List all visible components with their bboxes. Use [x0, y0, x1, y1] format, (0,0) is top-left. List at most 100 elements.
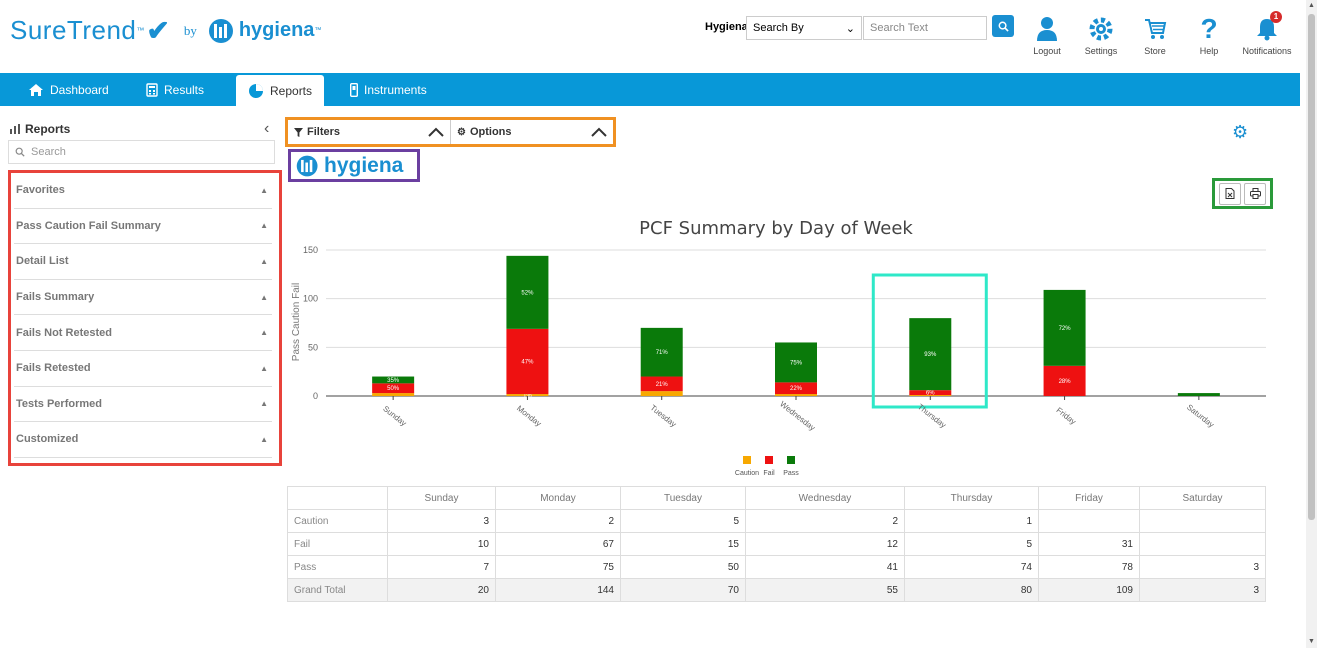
table-cell: 20: [387, 578, 496, 602]
tab-results-label: Results: [164, 82, 205, 97]
hygiena-mark-icon: [208, 18, 233, 43]
bar-segment-caution: [775, 394, 817, 396]
table-column-header: Friday: [1038, 486, 1140, 510]
filter-icon: [294, 127, 303, 137]
table-row-label: Pass: [287, 555, 388, 579]
tab-reports[interactable]: Reports: [236, 75, 325, 106]
legend-swatch: [765, 456, 773, 464]
sidebar-item-favorites[interactable]: Favorites ▲: [14, 173, 272, 209]
file-icon: [1225, 188, 1235, 199]
sidebar-item-label: Customized: [16, 433, 79, 446]
search-icon: [998, 21, 1009, 32]
options-toggle[interactable]: ⚙ Options: [451, 120, 613, 144]
chevron-up-icon: [428, 127, 444, 137]
brand-name: SureTrend: [10, 15, 137, 45]
table-column-header: [287, 486, 388, 510]
table-row-label: Caution: [287, 509, 388, 533]
report-logo-text: hygiena: [324, 153, 404, 177]
legend-swatch: [743, 456, 751, 464]
scroll-down-icon[interactable]: ▼: [1308, 638, 1315, 645]
print-icon: [1249, 188, 1261, 199]
help-label: Help: [1199, 46, 1219, 56]
scrollbar-thumb[interactable]: [1308, 14, 1315, 520]
sidebar-item-label: Fails Summary: [16, 291, 95, 304]
table-cell: 75: [495, 555, 621, 579]
y-tick-label: 50: [308, 342, 318, 352]
search-by-select[interactable]: Search By ⌄: [746, 16, 862, 40]
data-label: 75%: [790, 360, 803, 366]
brand-by: by: [183, 22, 197, 38]
search-input[interactable]: Search Text: [863, 16, 987, 40]
table-cell: 80: [904, 578, 1039, 602]
sidebar-item-label: Detail List: [16, 255, 69, 268]
filters-toggle[interactable]: Filters: [288, 120, 451, 144]
table-cell: [1038, 509, 1140, 533]
table-cell: 3: [1139, 555, 1266, 579]
caret-up-icon: ▲: [260, 399, 268, 409]
data-label: 28%: [1059, 379, 1072, 385]
export-buttons: [1212, 178, 1273, 209]
export-excel-button[interactable]: [1219, 182, 1241, 205]
table-cell: 70: [620, 578, 746, 602]
logout-button[interactable]: Logout: [1022, 14, 1072, 56]
sidebar-item-pass-caution-fail-summary[interactable]: Pass Caution Fail Summary ▲: [14, 209, 272, 245]
notification-count-badge: 1: [1270, 11, 1282, 23]
bar-chart-icon: [10, 124, 20, 134]
caret-up-icon: ▲: [260, 256, 268, 266]
sidebar-item-label: Fails Not Retested: [16, 326, 112, 339]
caret-up-icon: ▲: [260, 221, 268, 231]
sidebar-item-fails-not-retested[interactable]: Fails Not Retested ▲: [14, 315, 272, 351]
partner-trademark: ™: [314, 27, 322, 34]
table-cell: 12: [745, 532, 905, 556]
tab-dashboard[interactable]: Dashboard: [28, 73, 109, 106]
data-label: 35%: [387, 378, 400, 384]
reports-search-input[interactable]: Search: [8, 140, 275, 164]
x-tick-label: Sunday: [381, 404, 408, 428]
report-settings-gear-icon[interactable]: ⚙: [1232, 122, 1248, 143]
cog-icon: ⚙: [457, 126, 466, 138]
settings-button[interactable]: Settings: [1076, 14, 1126, 56]
caret-up-icon: ▲: [260, 363, 268, 373]
sidebar-item-tests-performed[interactable]: Tests Performed ▲: [14, 387, 272, 423]
chevron-up-icon: [591, 127, 607, 137]
chart-y-axis-label: Pass Caution Fail: [291, 283, 302, 361]
table-cell: 7: [387, 555, 496, 579]
table-cell: 3: [387, 509, 496, 533]
table-column-header: Wednesday: [745, 486, 905, 510]
table-column-header: Monday: [495, 486, 621, 510]
table-cell: 50: [620, 555, 746, 579]
partner-name: hygiena: [238, 19, 315, 41]
store-button[interactable]: Store: [1130, 14, 1180, 56]
help-button[interactable]: ? Help: [1184, 13, 1234, 56]
data-label: 22%: [790, 386, 803, 392]
table-cell: 67: [495, 532, 621, 556]
search-button[interactable]: [992, 15, 1014, 37]
sidebar-item-customized[interactable]: Customized ▲: [14, 422, 272, 458]
table-column-header: Thursday: [904, 486, 1039, 510]
collapse-sidebar-icon[interactable]: ‹: [264, 120, 269, 138]
chevron-down-icon: ⌄: [845, 23, 855, 35]
x-tick-label: Wednesday: [778, 400, 817, 433]
caret-up-icon: ▲: [260, 292, 268, 302]
sidebar-item-fails-summary[interactable]: Fails Summary ▲: [14, 280, 272, 316]
table-row-label: Grand Total: [287, 578, 388, 602]
table-cell: 3: [1139, 578, 1266, 602]
user-icon: [1037, 17, 1057, 41]
search-icon: [15, 147, 25, 157]
logout-label: Logout: [1033, 46, 1061, 56]
data-label: 21%: [656, 382, 669, 388]
vertical-scrollbar[interactable]: ▲ ▼: [1306, 0, 1317, 648]
scroll-up-icon[interactable]: ▲: [1308, 2, 1315, 9]
sidebar-item-fails-retested[interactable]: Fails Retested ▲: [14, 351, 272, 387]
table-header-row: Sunday Monday Tuesday Wednesday Thursday…: [287, 486, 1266, 510]
table-cell: [1139, 509, 1266, 533]
notifications-button[interactable]: 1 Notifications: [1242, 11, 1292, 56]
x-tick-label: Friday: [1055, 406, 1078, 427]
sidebar-item-detail-list[interactable]: Detail List ▲: [14, 244, 272, 280]
print-button[interactable]: [1244, 182, 1266, 205]
search-by-value: Search By: [753, 22, 804, 34]
data-label: 72%: [1059, 326, 1072, 332]
tab-instruments[interactable]: Instruments: [350, 73, 427, 106]
tab-results[interactable]: Results: [146, 73, 204, 106]
suretrend-logo[interactable]: SureTrend ™ ✔ by hygiena ™: [10, 14, 321, 47]
